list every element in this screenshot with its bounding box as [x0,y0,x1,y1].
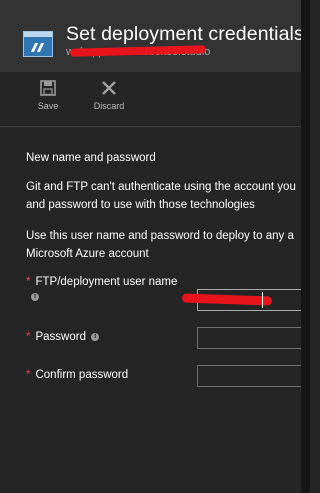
description-text-2: Use this user name and password to deplo… [26,227,294,263]
close-icon [85,78,133,98]
password-label-text: Password [35,331,86,343]
username-label-text: FTP/deployment user name [35,276,178,288]
description-text-1: Git and FTP can't authenticate using the… [26,178,296,214]
adjacent-blade-edge [301,0,310,493]
info-icon[interactable]: i [91,332,100,341]
redaction-mark [181,293,273,306]
required-asterisk: * [26,369,31,381]
text-caret [262,292,263,308]
save-label: Save [37,101,59,111]
blade-title: Set deployment credentials [66,23,304,45]
credentials-blade: Set deployment credentials webapp.azurew… [0,0,307,493]
username-label: * FTP/deployment user name [26,276,177,288]
info-icon[interactable]: i [31,293,39,301]
description-1-line-1: Git and FTP can't authenticate using the… [26,181,296,193]
confirm-password-label-text: Confirm password [35,369,129,381]
toolbar-divider [0,126,301,127]
discard-label: Discard [93,101,125,111]
password-label: * Password i [26,331,100,343]
save-icon [24,78,72,98]
web-app-icon [23,31,53,57]
confirm-password-input[interactable] [197,365,307,387]
save-button[interactable]: Save [24,78,72,111]
description-1-line-2: and password to use with those technolog… [26,199,255,211]
discard-button[interactable]: Discard [85,78,133,111]
description-2-line-2: Microsoft Azure account [26,248,149,260]
section-title: New name and password [26,152,156,164]
description-2-line-1: Use this user name and password to deplo… [26,230,294,242]
required-asterisk: * [26,331,31,343]
required-asterisk: * [26,276,31,288]
confirm-password-label: * Confirm password [26,369,128,381]
blade-header: Set deployment credentials webapp.azurew… [0,0,304,72]
command-bar: Save Discard [0,72,301,124]
password-input[interactable] [197,327,307,349]
